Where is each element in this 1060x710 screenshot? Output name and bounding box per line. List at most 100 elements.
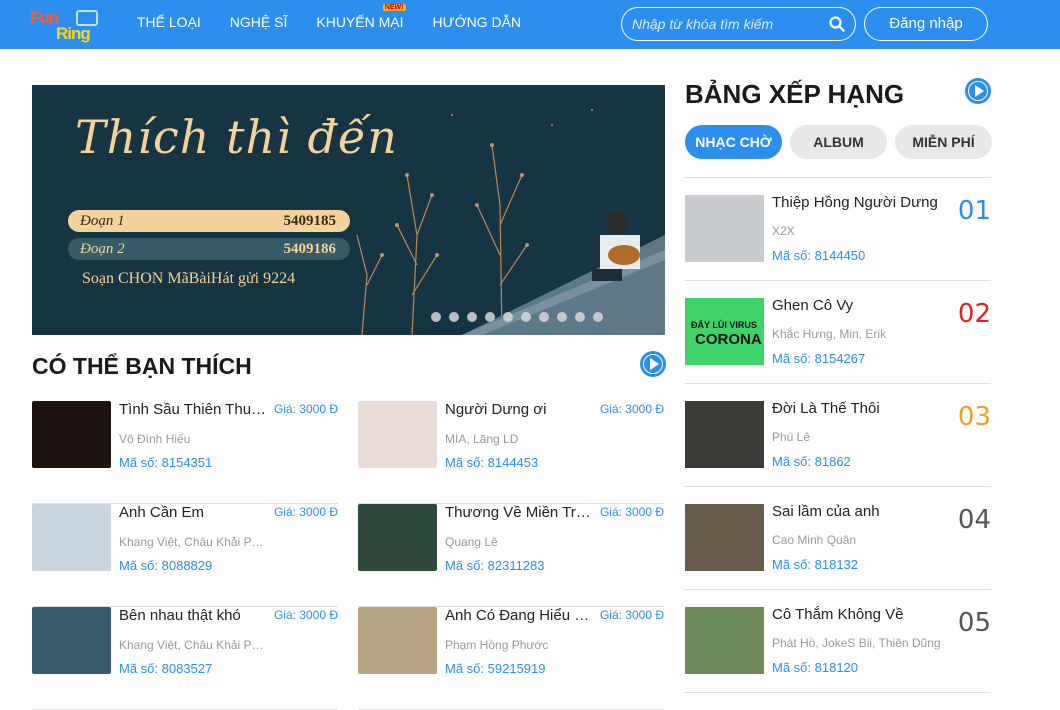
song-card[interactable]: Anh Có Đang Hiểu Em Không Giá: 3000 Đ Phạm…: [358, 607, 664, 710]
song-title[interactable]: Anh Cần Em: [119, 504, 269, 521]
code-value: 5409186: [283, 240, 337, 257]
ranking-song-title[interactable]: Sai lầm của anh: [772, 503, 952, 520]
song-thumbnail[interactable]: [32, 504, 111, 571]
logo-word-fun: Fun: [30, 8, 59, 27]
main-nav: THỂ LOẠI NGHỆ SĨ KHUYẾN MẠI NEW! HƯỚNG DẪ…: [137, 4, 550, 30]
nav-item-label: KHUYẾN MẠI: [316, 14, 404, 30]
ranking-code: Mã số: 818120: [772, 660, 859, 675]
song-thumbnail[interactable]: [358, 401, 437, 468]
tab-album[interactable]: ALBUM: [790, 125, 887, 159]
song-title[interactable]: Người Dưng ơi: [445, 401, 595, 418]
banner-headline: Thích thì đến: [75, 110, 398, 164]
song-card[interactable]: Anh Cần Em Giá: 3000 Đ Khang Việt, Châu Kh…: [32, 504, 338, 607]
logo-word-ring: Ring: [56, 24, 91, 43]
nav-item-nghe-si[interactable]: NGHỆ SĨ: [230, 14, 288, 30]
banner-code-2: Đoạn 2 5409186: [68, 238, 350, 260]
promo-banner[interactable]: Thích thì đến Đoạn 1 5409185 Đoạn 2 5409…: [32, 85, 665, 335]
song-title[interactable]: Bên nhau thật khó: [119, 607, 269, 624]
song-artist[interactable]: MIA, Lăng LD: [445, 432, 595, 446]
song-artist[interactable]: Võ Đình Hiếu: [119, 432, 269, 446]
rank-number: 04: [957, 505, 991, 535]
song-code: Mã số: 8083527: [119, 661, 213, 676]
nav-item-label: THỂ LOẠI: [137, 14, 201, 30]
search-icon[interactable]: [829, 16, 845, 32]
ranking-song-title[interactable]: Ghen Cô Vy: [772, 297, 952, 314]
ranking-artist[interactable]: X2X: [772, 224, 952, 238]
carousel-dot[interactable]: [557, 312, 567, 322]
song-title[interactable]: Anh Có Đang Hiểu Em Không: [445, 607, 595, 624]
code-label: Đoạn 1: [80, 212, 125, 229]
song-code: Mã số: 8088829: [119, 558, 213, 573]
song-artist[interactable]: Khang Việt, Châu Khải Phong: [119, 535, 269, 549]
funring-logo[interactable]: Fun Ring: [30, 8, 104, 44]
song-thumbnail[interactable]: [32, 607, 111, 674]
ranking-play-all-button[interactable]: [965, 78, 991, 104]
ranking-item[interactable]: Đời Là Thế Thôi Phú Lê Mã số: 81862 03: [685, 384, 991, 487]
song-card[interactable]: Người Dưng ơi Giá: 3000 Đ MIA, Lăng LD Mã s…: [358, 401, 664, 504]
suggestions-play-all-button[interactable]: [640, 351, 666, 377]
thumb-caption: ĐẨY LÙI VIRUS: [691, 320, 757, 330]
rank-number: 01: [957, 196, 991, 226]
song-price: Giá: 3000 Đ: [599, 608, 664, 622]
ranking-item[interactable]: Cô Thắm Không Về Phát Hồ, JokeS Bii, Thiê…: [685, 590, 991, 693]
song-artist[interactable]: Phạm Hồng Phước: [445, 638, 595, 652]
new-badge: NEW!: [382, 4, 406, 11]
ranking-song-title[interactable]: Thiệp Hồng Người Dưng: [772, 194, 952, 211]
carousel-dot[interactable]: [503, 312, 513, 322]
ranking-title: BẢNG XẾP HẠNG: [685, 79, 905, 109]
ranking-thumbnail[interactable]: [685, 401, 764, 468]
carousel-dot[interactable]: [539, 312, 549, 322]
code-value: 5409185: [283, 212, 337, 229]
tab-nhac-cho[interactable]: NHẠC CHỜ: [685, 125, 782, 159]
ranking-thumbnail[interactable]: [685, 607, 764, 674]
carousel-dot[interactable]: [467, 312, 477, 322]
ranking-item[interactable]: Thiệp Hồng Người Dưng X2X Mã số: 8144450 01: [685, 178, 991, 281]
suggestions-title: CÓ THỂ BẠN THÍCH: [32, 353, 252, 379]
ranking-item[interactable]: Sai lầm của anh Cao Minh Quân Mã số: 81813…: [685, 487, 991, 590]
code-label: Đoạn 2: [80, 240, 125, 257]
song-title[interactable]: Thương Về Miền Trung: [445, 504, 595, 521]
ranking-tabs: NHẠC CHỜ ALBUM MIỄN PHÍ: [685, 125, 992, 159]
carousel-dot[interactable]: [575, 312, 585, 322]
song-price: Giá: 3000 Đ: [273, 505, 338, 519]
ranking-item[interactable]: ĐẨY LÙI VIRUS CORONA Ghen Cô Vy Khắc Hưng, …: [685, 281, 991, 384]
ranking-artist[interactable]: Cao Minh Quân: [772, 533, 952, 547]
ranking-song-title[interactable]: Cô Thắm Không Về: [772, 606, 952, 623]
thumb-caption: CORONA: [695, 331, 762, 348]
ranking-code: Mã số: 8144450: [772, 248, 866, 263]
song-title[interactable]: Tình Sầu Thiên Thu Muôn Lối: [119, 401, 269, 418]
ranking-thumbnail[interactable]: ĐẨY LÙI VIRUS CORONA: [685, 298, 764, 365]
carousel-dot[interactable]: [485, 312, 495, 322]
carousel-dots: [431, 312, 603, 322]
song-price: Giá: 3000 Đ: [273, 402, 338, 416]
tab-mien-phi[interactable]: MIỄN PHÍ: [895, 125, 992, 159]
ranking-song-title[interactable]: Đời Là Thế Thôi: [772, 400, 952, 417]
song-thumbnail[interactable]: [358, 607, 437, 674]
carousel-dot[interactable]: [431, 312, 441, 322]
nav-item-huong-dan[interactable]: HƯỚNG DẪN: [433, 14, 522, 30]
search-box: [621, 7, 856, 41]
search-input[interactable]: [632, 14, 822, 34]
ranking-thumbnail[interactable]: [685, 504, 764, 571]
song-card[interactable]: Bên nhau thật khó Giá: 3000 Đ Khang Việt, …: [32, 607, 338, 710]
nav-item-khuyen-mai[interactable]: KHUYẾN MẠI NEW!: [316, 4, 406, 30]
ranking-thumbnail[interactable]: [685, 195, 764, 262]
song-thumbnail[interactable]: [358, 504, 437, 571]
song-thumbnail[interactable]: [32, 401, 111, 468]
song-code: Mã số: 82311283: [445, 558, 545, 573]
song-code: Mã số: 8154351: [119, 455, 213, 470]
nav-item-the-loai[interactable]: THỂ LOẠI: [137, 14, 201, 30]
carousel-dot[interactable]: [449, 312, 459, 322]
song-artist[interactable]: Quang Lê: [445, 535, 595, 549]
login-button[interactable]: Đăng nhập: [864, 7, 988, 41]
song-artist[interactable]: Khang Việt, Châu Khải Phong: [119, 638, 269, 652]
ranking-artist[interactable]: Phú Lê: [772, 430, 952, 444]
nav-item-label: NGHỆ SĨ: [229, 14, 288, 30]
ranking-artist[interactable]: Khắc Hưng, Min, Erik: [772, 327, 952, 341]
song-card[interactable]: Thương Về Miền Trung Giá: 3000 Đ Quang Lê M…: [358, 504, 664, 607]
rank-number: 03: [957, 402, 991, 432]
song-card[interactable]: Tình Sầu Thiên Thu Muôn Lối Giá: 3000 Đ Võ…: [32, 401, 338, 504]
carousel-dot[interactable]: [521, 312, 531, 322]
ranking-artist[interactable]: Phát Hồ, JokeS Bii, Thiên Dũng: [772, 636, 952, 650]
carousel-dot[interactable]: [593, 312, 603, 322]
